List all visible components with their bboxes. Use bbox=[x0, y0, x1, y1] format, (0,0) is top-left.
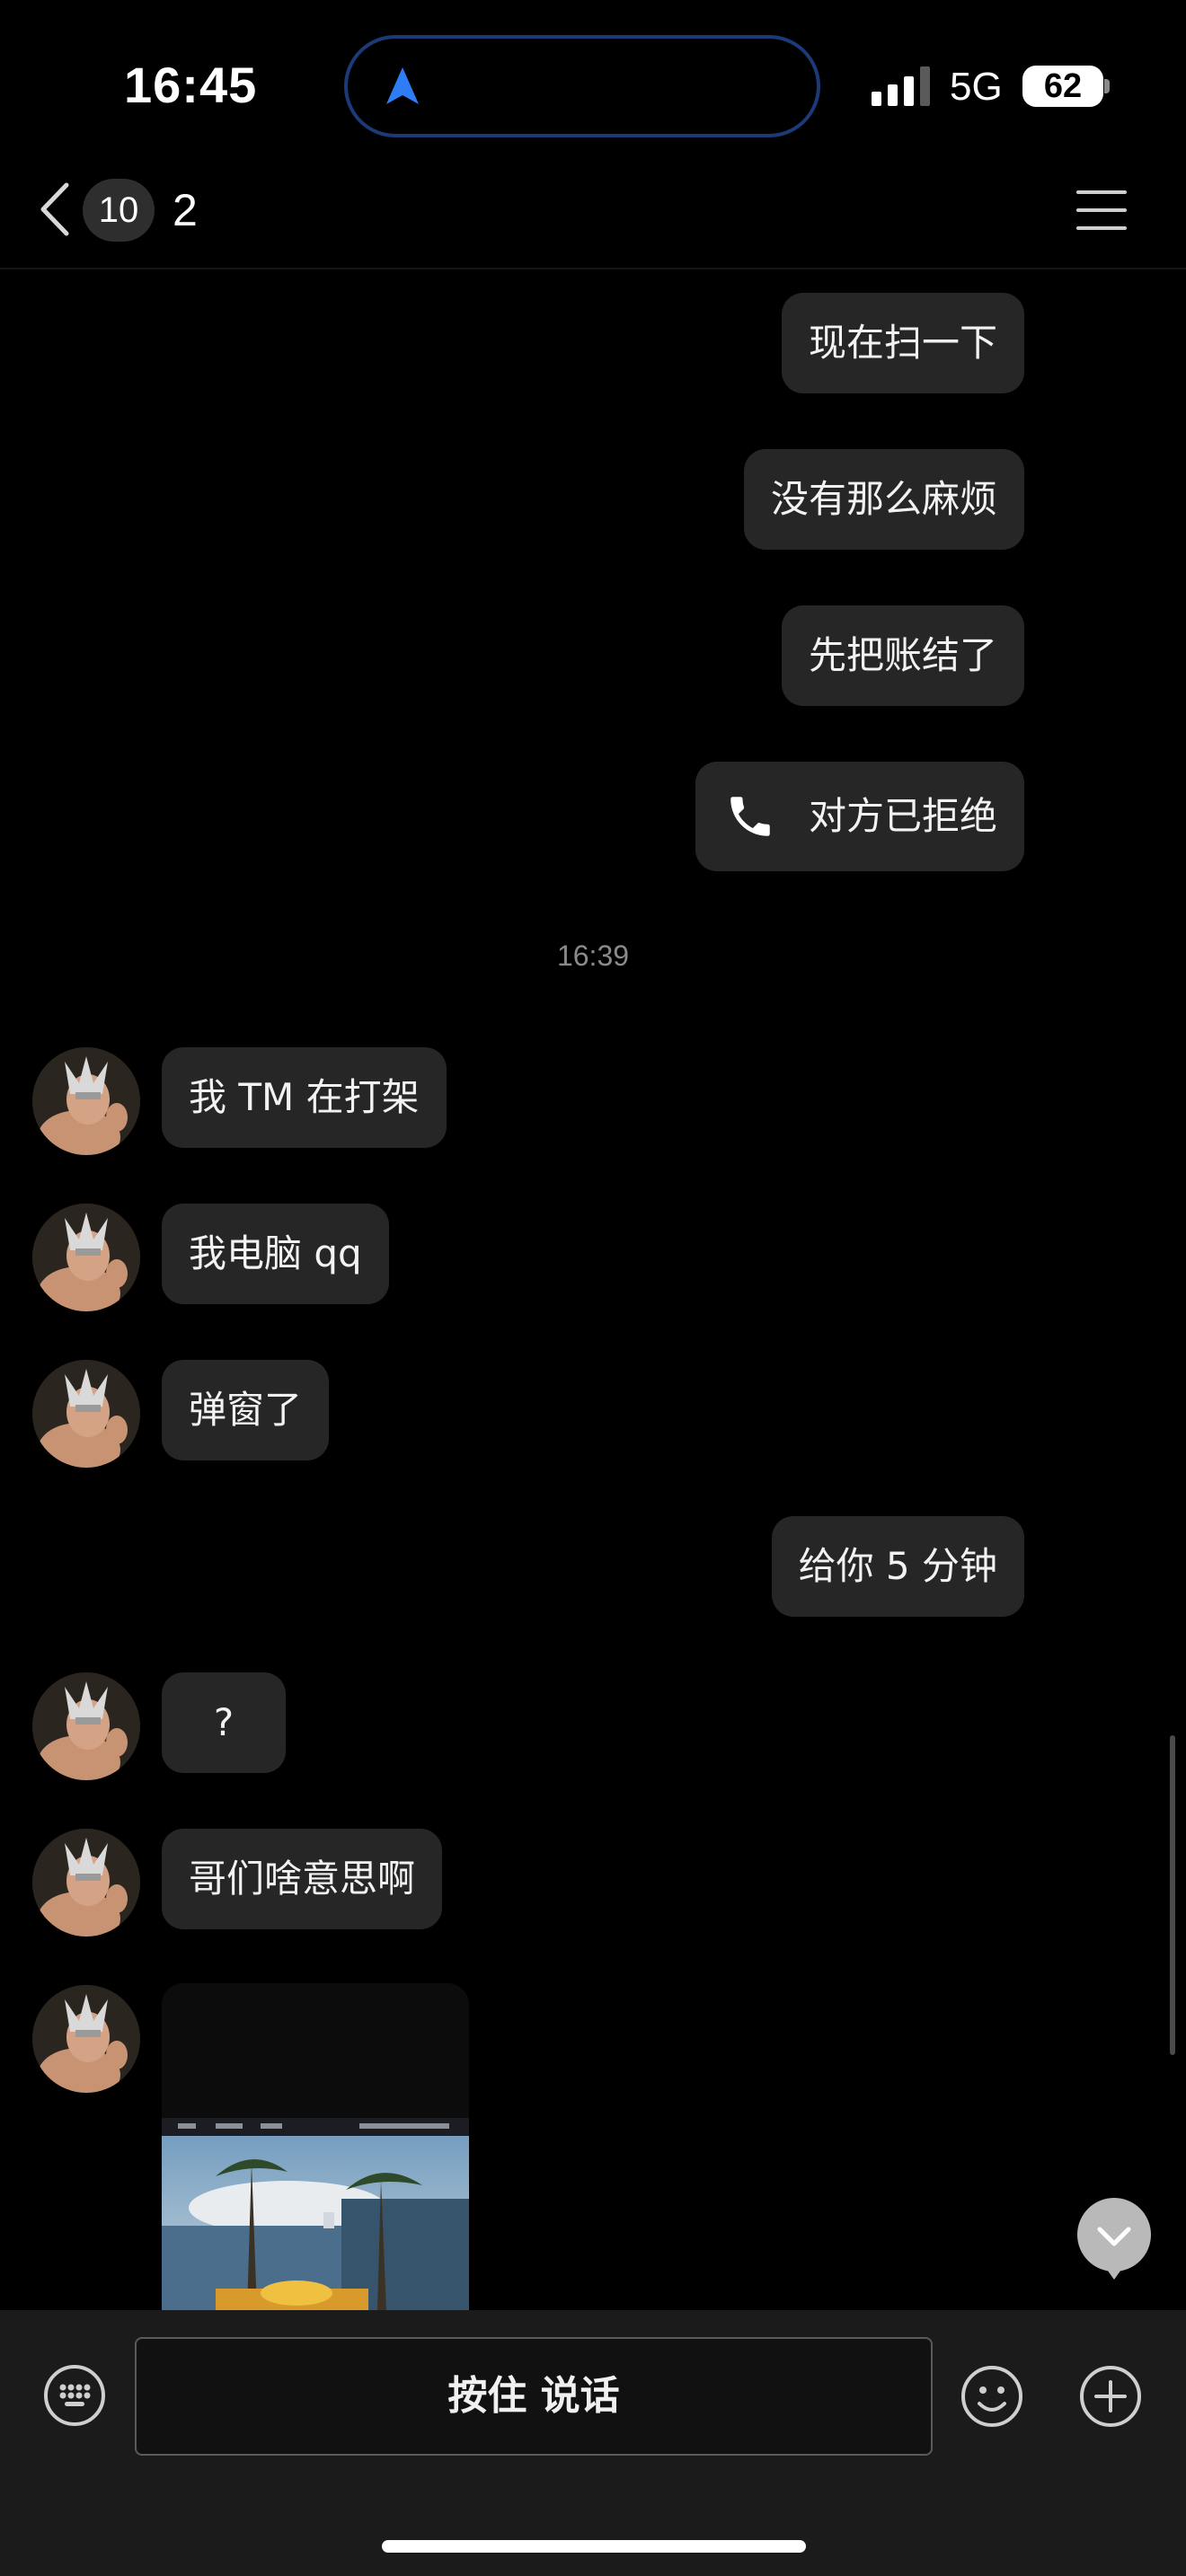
status-time: 16:45 bbox=[124, 57, 258, 113]
message-bubble-incoming[interactable]: 哥们啥意思啊 bbox=[162, 1829, 443, 1929]
call-record-bubble[interactable]: 对方已拒绝 bbox=[695, 762, 1024, 871]
message-timestamp: 16:39 bbox=[556, 940, 630, 972]
battery-icon bbox=[1104, 79, 1110, 93]
avatar[interactable] bbox=[32, 1204, 140, 1311]
image-thumbnail bbox=[162, 1983, 469, 2310]
nav-divider bbox=[0, 268, 1186, 269]
chat-title: 2 bbox=[173, 185, 198, 235]
phone-icon bbox=[730, 797, 770, 836]
home-indicator[interactable] bbox=[382, 2540, 806, 2553]
unread-count-badge[interactable]: 10 bbox=[83, 179, 155, 242]
scroll-indicator[interactable] bbox=[1170, 1735, 1175, 2055]
image-message[interactable] bbox=[162, 1983, 469, 2310]
avatar[interactable] bbox=[32, 1829, 140, 1936]
avatar-image bbox=[32, 1672, 140, 1780]
avatar[interactable] bbox=[32, 1985, 140, 2093]
message-bubble-incoming[interactable]: 我电脑 qq bbox=[162, 1204, 389, 1304]
cellular-signal-icon bbox=[872, 66, 930, 106]
keyboard-icon[interactable] bbox=[43, 2364, 106, 2427]
avatar[interactable] bbox=[32, 1047, 140, 1155]
menu-icon[interactable] bbox=[1076, 189, 1127, 232]
message-bubble-outgoing[interactable]: 现在扫一下 bbox=[781, 293, 1024, 393]
chat-screen: 16:45 5G 62 10 2 现在扫一下 没有那么麻烦 先把账结了 对方已拒… bbox=[0, 0, 1186, 2576]
avatar-image bbox=[32, 1360, 140, 1468]
dynamic-island[interactable] bbox=[344, 35, 820, 137]
navigation-arrow-icon bbox=[386, 67, 419, 104]
battery-level: 62 bbox=[1022, 66, 1103, 107]
scroll-to-bottom-icon[interactable] bbox=[1076, 2197, 1152, 2287]
message-bubble-incoming[interactable]: 弹窗了 bbox=[162, 1360, 330, 1460]
message-bubble-incoming[interactable]: 我 TM 在打架 bbox=[162, 1047, 447, 1148]
back-chevron-icon[interactable] bbox=[36, 180, 75, 239]
message-bubble-incoming[interactable]: ? bbox=[162, 1672, 286, 1773]
hold-to-talk-button[interactable]: 按住 说话 bbox=[135, 2337, 933, 2456]
call-status-text: 对方已拒绝 bbox=[808, 794, 997, 838]
avatar-image bbox=[32, 1985, 140, 2093]
message-bubble-outgoing[interactable]: 没有那么麻烦 bbox=[743, 449, 1024, 550]
plus-icon[interactable] bbox=[1078, 2364, 1143, 2429]
message-bubble-outgoing[interactable]: 给你 5 分钟 bbox=[771, 1516, 1024, 1617]
message-bubble-outgoing[interactable]: 先把账结了 bbox=[781, 605, 1024, 706]
network-type: 5G bbox=[950, 65, 1003, 109]
avatar-image bbox=[32, 1829, 140, 1936]
avatar[interactable] bbox=[32, 1360, 140, 1468]
avatar-image bbox=[32, 1047, 140, 1155]
emoji-icon[interactable] bbox=[960, 2364, 1024, 2429]
avatar-image bbox=[32, 1204, 140, 1311]
avatar[interactable] bbox=[32, 1672, 140, 1780]
